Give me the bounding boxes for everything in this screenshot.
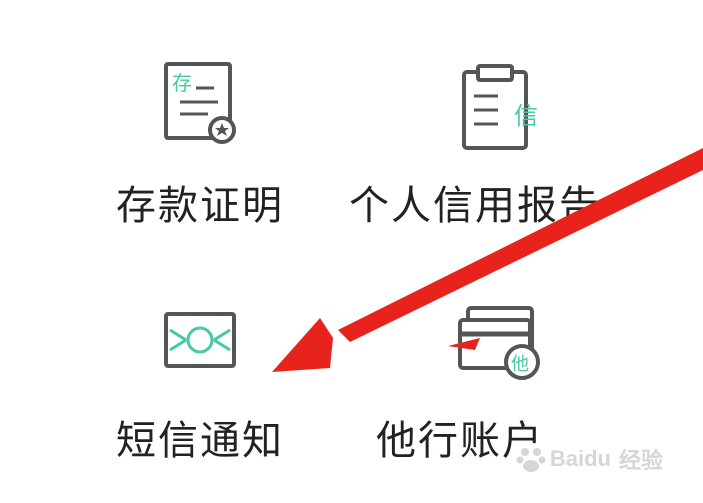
watermark-sub: 经验: [618, 449, 663, 474]
svg-text:他: 他: [511, 354, 529, 375]
other-bank-cards-icon: 他: [454, 300, 550, 390]
deposit-certificate-icon: 存: [160, 60, 240, 154]
credit-report-clipboard-icon: 信: [458, 62, 548, 158]
menu-item-deposit-certificate[interactable]: 存 存款证明: [70, 40, 330, 250]
paw-icon: [516, 448, 546, 472]
watermark-brand: Baidu: [549, 446, 611, 471]
menu-item-label: 短信通知: [116, 418, 284, 464]
menu-item-credit-report[interactable]: 信 个人信用报告: [330, 40, 599, 250]
menu-item-sms-notification[interactable]: 短信通知: [70, 290, 330, 500]
sms-envelope-icon: [160, 308, 240, 378]
svg-text:存: 存: [172, 71, 192, 95]
menu-item-label: 存款证明: [116, 183, 284, 229]
svg-text:信: 信: [514, 102, 538, 130]
menu-item-label: 个人信用报告: [349, 183, 601, 229]
baidu-jingyan-watermark: Baidu 经验: [516, 443, 663, 475]
